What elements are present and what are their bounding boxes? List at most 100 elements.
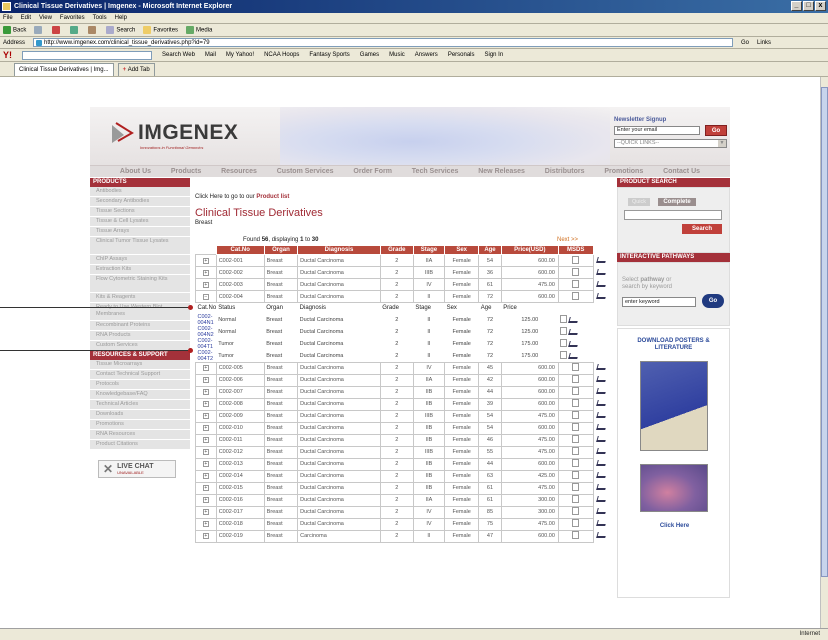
tab-complete[interactable]: Complete [658, 198, 696, 206]
expand-icon[interactable]: + [202, 425, 209, 431]
add-to-cart-icon[interactable] [595, 268, 607, 275]
table-cell[interactable]: C002-001 [215, 254, 265, 267]
table-cell[interactable]: C002-016 [215, 493, 265, 507]
nav-about[interactable]: About Us [120, 168, 151, 175]
sidebar-product-item[interactable]: Flow Cytometric Staining Kits [90, 275, 190, 293]
sidebar-resource-item[interactable]: Promotions [90, 420, 190, 430]
stop-button[interactable] [52, 26, 62, 34]
table-cell[interactable]: C002-019 [215, 529, 265, 543]
nav-order-form[interactable]: Order Form [353, 168, 392, 175]
table-cell[interactable]: C002-009 [215, 409, 265, 423]
maximize-button[interactable]: □ [803, 1, 814, 11]
sub-table-cell[interactable]: C002-004N1 [196, 314, 217, 326]
yahoo-search-input[interactable] [22, 50, 152, 60]
table-cell[interactable]: C002-008 [215, 397, 265, 411]
msds-document-icon[interactable] [560, 338, 568, 347]
add-to-cart-icon[interactable] [595, 496, 607, 502]
menu-help[interactable]: Help [115, 15, 127, 21]
expand-icon[interactable]: + [202, 509, 209, 515]
sidebar-resource-item[interactable]: RNA Resources [90, 430, 190, 440]
add-to-cart-icon[interactable] [595, 280, 607, 287]
yahoo-search-web[interactable]: Search Web [162, 52, 195, 58]
yahoo-fantasy[interactable]: Fantasy Sports [309, 52, 349, 58]
add-to-cart-icon[interactable] [595, 256, 607, 263]
table-cell[interactable]: C002-012 [215, 445, 265, 459]
vertical-scrollbar[interactable] [820, 77, 828, 628]
add-to-cart-icon[interactable] [595, 400, 607, 406]
address-input[interactable]: http://www.imgenex.com/clinical_tissue_d… [33, 38, 734, 47]
menu-file[interactable]: File [3, 15, 13, 21]
table-cell[interactable]: C002-017 [215, 505, 265, 519]
sidebar-product-item[interactable]: RNA Products [90, 331, 190, 341]
links-button[interactable]: Links [757, 40, 771, 46]
msds-document-icon[interactable] [572, 399, 580, 407]
nav-tech-services[interactable]: Tech Services [412, 168, 459, 175]
expand-icon[interactable]: + [202, 413, 209, 419]
minimize-button[interactable]: _ [791, 1, 802, 11]
nav-new-releases[interactable]: New Releases [478, 168, 525, 175]
menu-tools[interactable]: Tools [93, 15, 107, 21]
literature-image[interactable] [640, 464, 708, 512]
yahoo-answers[interactable]: Answers [415, 52, 438, 58]
add-to-cart-icon[interactable] [595, 436, 607, 442]
nav-distributors[interactable]: Distributors [545, 168, 585, 175]
add-to-cart-icon[interactable] [595, 508, 607, 514]
expand-icon[interactable]: + [202, 257, 209, 264]
msds-document-icon[interactable] [572, 411, 580, 419]
nav-custom-services[interactable]: Custom Services [277, 168, 334, 175]
product-search-input[interactable] [624, 210, 722, 220]
expand-icon[interactable]: + [202, 269, 209, 276]
sidebar-product-item[interactable]: Tissue Sections [90, 207, 190, 217]
table-cell[interactable]: C002-007 [215, 385, 265, 399]
menu-favorites[interactable]: Favorites [60, 15, 85, 21]
expand-icon[interactable]: + [202, 521, 209, 527]
newsletter-go-button[interactable]: Go [705, 125, 727, 136]
quick-links-select[interactable]: --QUICK LINKS-- ▼ [614, 139, 727, 148]
forward-button[interactable] [34, 26, 44, 34]
sub-table-cell[interactable]: C002-004N2 [196, 326, 217, 338]
add-to-cart-icon[interactable] [595, 448, 607, 454]
sidebar-resource-item[interactable]: Protocols [90, 380, 190, 390]
msds-document-icon[interactable] [560, 314, 568, 323]
table-cell[interactable]: C002-005 [215, 361, 265, 375]
msds-document-icon[interactable] [572, 459, 580, 467]
add-to-cart-icon[interactable] [568, 328, 579, 335]
media-button[interactable]: Media [186, 26, 212, 34]
collapse-icon[interactable]: − [202, 293, 209, 300]
msds-document-icon[interactable] [572, 507, 580, 515]
poster-image[interactable] [640, 361, 708, 451]
add-to-cart-icon[interactable] [568, 340, 579, 347]
sidebar-product-item[interactable]: Tissue Arrays [90, 227, 190, 237]
product-list-link[interactable]: Product list [256, 194, 289, 200]
msds-document-icon[interactable] [572, 375, 580, 383]
sub-table-cell[interactable]: C002-004T2 [196, 350, 217, 363]
yahoo-games[interactable]: Games [360, 52, 379, 58]
table-cell[interactable]: C002-002 [215, 266, 265, 279]
back-button[interactable]: Back [3, 26, 26, 34]
expand-icon[interactable]: + [202, 533, 209, 539]
sidebar-product-item[interactable]: Recombinant Proteins [90, 321, 190, 331]
search-button[interactable]: Search [106, 26, 135, 34]
keyword-go-button[interactable]: Go [702, 294, 724, 308]
table-cell[interactable]: C002-011 [215, 433, 265, 447]
live-chat-button[interactable]: ✕ LIVE CHAT UNAVAILABLE [98, 460, 176, 478]
msds-document-icon[interactable] [572, 483, 580, 491]
keyword-input[interactable]: enter keyword [622, 297, 696, 307]
sidebar-resource-item[interactable]: Technical Articles [90, 400, 190, 410]
msds-document-icon[interactable] [572, 291, 580, 300]
sidebar-product-item[interactable]: Secondary Antibodies [90, 197, 190, 207]
msds-document-icon[interactable] [572, 435, 580, 443]
scroll-thumb[interactable] [821, 87, 828, 577]
msds-document-icon[interactable] [572, 423, 580, 431]
sidebar-product-item[interactable]: Ready to Use Western Blot Membranes [90, 303, 190, 321]
table-cell[interactable]: C002-018 [215, 517, 265, 531]
refresh-button[interactable] [70, 26, 80, 34]
table-cell[interactable]: C002-003 [215, 278, 265, 291]
add-to-cart-icon[interactable] [595, 412, 607, 418]
msds-document-icon[interactable] [560, 350, 568, 359]
sidebar-product-item[interactable]: Extraction Kits [90, 265, 190, 275]
expand-icon[interactable]: + [202, 473, 209, 479]
close-button[interactable]: x [815, 1, 826, 11]
expand-icon[interactable]: + [202, 281, 209, 288]
msds-document-icon[interactable] [572, 495, 580, 503]
